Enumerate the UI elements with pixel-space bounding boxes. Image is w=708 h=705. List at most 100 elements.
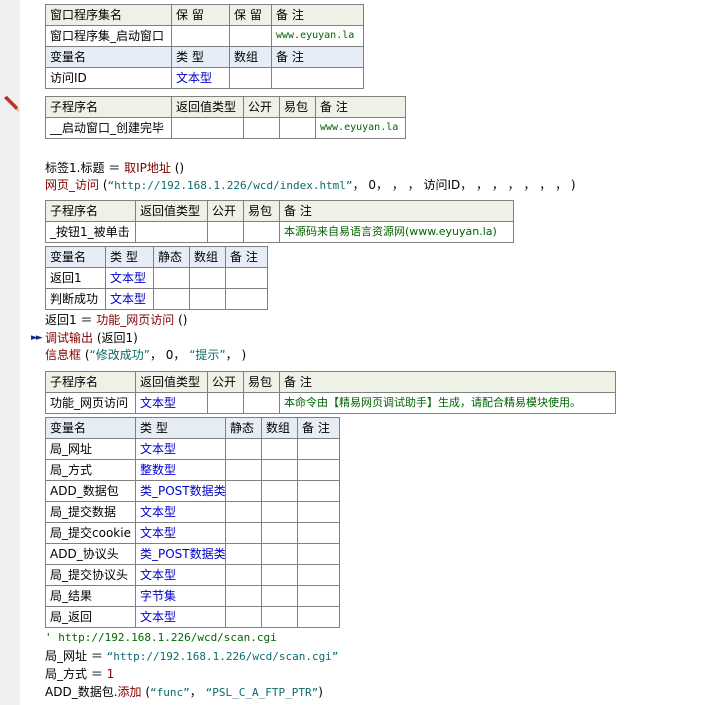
static-cell[interactable]: [225, 438, 262, 460]
epkg-cell[interactable]: [279, 117, 316, 139]
var-type-cell[interactable]: 整数型: [135, 459, 226, 481]
var-name-cell[interactable]: 局_方式: [45, 459, 136, 481]
var-name-cell[interactable]: 局_提交cookie: [45, 522, 136, 544]
pencil-icon: [4, 96, 19, 112]
var-remark-cell[interactable]: [297, 480, 340, 502]
code-line[interactable]: 信息框 (“修改成功”， 0， “提示”， ): [45, 347, 246, 363]
static-cell[interactable]: [153, 288, 190, 310]
code-comment[interactable]: ' http://192.168.1.226/wcd/scan.cgi: [45, 630, 277, 646]
breakpoint-arrow-icon[interactable]: ►►: [31, 333, 43, 343]
header-var-type: 类 型: [171, 46, 230, 68]
public-cell[interactable]: [243, 117, 280, 139]
var-remark-cell[interactable]: [271, 67, 364, 89]
static-cell[interactable]: [225, 564, 262, 586]
var-type-cell[interactable]: 文本型: [135, 522, 226, 544]
remark-cell[interactable]: 本源码来自易语言资源网(www.eyuyan.la): [279, 221, 514, 243]
var-array-cell[interactable]: [261, 585, 298, 607]
remark-cell[interactable]: www.eyuyan.la: [271, 25, 364, 47]
public-cell[interactable]: [207, 221, 244, 243]
return-type-cell[interactable]: 文本型: [135, 392, 208, 414]
var-remark-cell[interactable]: [225, 267, 268, 289]
header-sub-name: 子程序名: [45, 96, 172, 118]
static-cell[interactable]: [225, 585, 262, 607]
var-array-cell[interactable]: [261, 459, 298, 481]
var-type-cell[interactable]: 文本型: [135, 501, 226, 523]
var-array-cell[interactable]: [189, 267, 226, 289]
return-type-cell[interactable]: [135, 221, 208, 243]
code-line[interactable]: 局_方式 ＝ 1: [45, 666, 114, 682]
code-text: (返回1): [93, 331, 138, 345]
assembly-name-cell[interactable]: 窗口程序集_启动窗口: [45, 25, 172, 47]
var-name-cell[interactable]: 局_返回: [45, 606, 136, 628]
var-remark-cell[interactable]: [297, 522, 340, 544]
public-cell[interactable]: [207, 392, 244, 414]
var-remark-cell[interactable]: [297, 459, 340, 481]
epkg-cell[interactable]: [243, 221, 280, 243]
var-remark-cell[interactable]: [297, 438, 340, 460]
var-remark-cell[interactable]: [297, 606, 340, 628]
assembly-table: 窗口程序集名 保 留 保 留 备 注 窗口程序集_启动窗口 www.eyuyan…: [45, 4, 364, 89]
sub-name-cell[interactable]: __启动窗口_创建完毕: [45, 117, 172, 139]
static-cell[interactable]: [225, 501, 262, 523]
var-type-cell[interactable]: 类_POST数据类: [135, 480, 226, 502]
remark-cell[interactable]: www.eyuyan.la: [315, 117, 406, 139]
static-cell[interactable]: [225, 543, 262, 565]
var-remark-cell[interactable]: [297, 564, 340, 586]
var-array-cell[interactable]: [261, 543, 298, 565]
var-name-cell[interactable]: 局_结果: [45, 585, 136, 607]
var-name-cell[interactable]: ADD_协议头: [45, 543, 136, 565]
header-sub-name: 子程序名: [45, 371, 136, 393]
var-array-cell[interactable]: [261, 606, 298, 628]
static-cell[interactable]: [225, 480, 262, 502]
header-remark: 备 注: [315, 96, 406, 118]
var-type-cell[interactable]: 文本型: [105, 288, 154, 310]
var-array-cell[interactable]: [229, 67, 272, 89]
var-type-cell[interactable]: 文本型: [135, 564, 226, 586]
var-name-cell[interactable]: 判断成功: [45, 288, 106, 310]
code-text: ， 0， ， ， 访问ID， ， ， ， ， ， ， ): [352, 178, 576, 192]
var-name-cell[interactable]: ADD_数据包: [45, 480, 136, 502]
header-var-remark: 备 注: [297, 417, 340, 439]
var-name-cell[interactable]: 局_网址: [45, 438, 136, 460]
var-name-cell[interactable]: 访问ID: [45, 67, 172, 89]
code-line[interactable]: 调试输出 (返回1): [45, 330, 138, 346]
remark-cell[interactable]: 本命令由【精易网页调试助手】生成，请配合精易模块使用。: [279, 392, 616, 414]
code-line[interactable]: 网页_访问 (“http://192.168.1.226/wcd/index.h…: [45, 177, 576, 194]
code-line[interactable]: ADD_数据包.添加 (“func”， “PSL_C_A_FTP_PTR”): [45, 684, 323, 701]
header-remark: 备 注: [279, 200, 514, 222]
var-type-cell[interactable]: 文本型: [105, 267, 154, 289]
table-row: ADD_数据包 类_POST数据类: [45, 480, 340, 502]
static-cell[interactable]: [153, 267, 190, 289]
var-type-cell[interactable]: 类_POST数据类: [135, 543, 226, 565]
return-type-cell[interactable]: [171, 117, 244, 139]
static-cell[interactable]: [225, 606, 262, 628]
static-cell[interactable]: [225, 522, 262, 544]
var-name-cell[interactable]: 返回1: [45, 267, 106, 289]
var-type-cell[interactable]: 文本型: [135, 606, 226, 628]
var-array-cell[interactable]: [189, 288, 226, 310]
var-remark-cell[interactable]: [297, 501, 340, 523]
var-array-cell[interactable]: [261, 501, 298, 523]
var-array-cell[interactable]: [261, 438, 298, 460]
code-line[interactable]: 返回1 ＝ 功能_网页访问 (): [45, 312, 187, 328]
reserved-cell-2[interactable]: [229, 25, 272, 47]
table-row: 局_提交cookie 文本型: [45, 522, 340, 544]
var-type-cell[interactable]: 字节集: [135, 585, 226, 607]
var-remark-cell[interactable]: [297, 543, 340, 565]
var-type-cell[interactable]: 文本型: [135, 438, 226, 460]
var-array-cell[interactable]: [261, 522, 298, 544]
var-remark-cell[interactable]: [225, 288, 268, 310]
var-name-cell[interactable]: 局_提交协议头: [45, 564, 136, 586]
epkg-cell[interactable]: [243, 392, 280, 414]
code-line[interactable]: 标签1.标题 ＝ 取IP地址 (): [45, 160, 184, 176]
static-cell[interactable]: [225, 459, 262, 481]
sub-name-cell[interactable]: 功能_网页访问: [45, 392, 136, 414]
var-array-cell[interactable]: [261, 480, 298, 502]
var-type-cell[interactable]: 文本型: [171, 67, 230, 89]
var-array-cell[interactable]: [261, 564, 298, 586]
var-name-cell[interactable]: 局_提交数据: [45, 501, 136, 523]
sub-name-cell[interactable]: _按钮1_被单击: [45, 221, 136, 243]
reserved-cell-1[interactable]: [171, 25, 230, 47]
var-remark-cell[interactable]: [297, 585, 340, 607]
code-line[interactable]: 局_网址 ＝ “http://192.168.1.226/wcd/scan.cg…: [45, 648, 338, 665]
